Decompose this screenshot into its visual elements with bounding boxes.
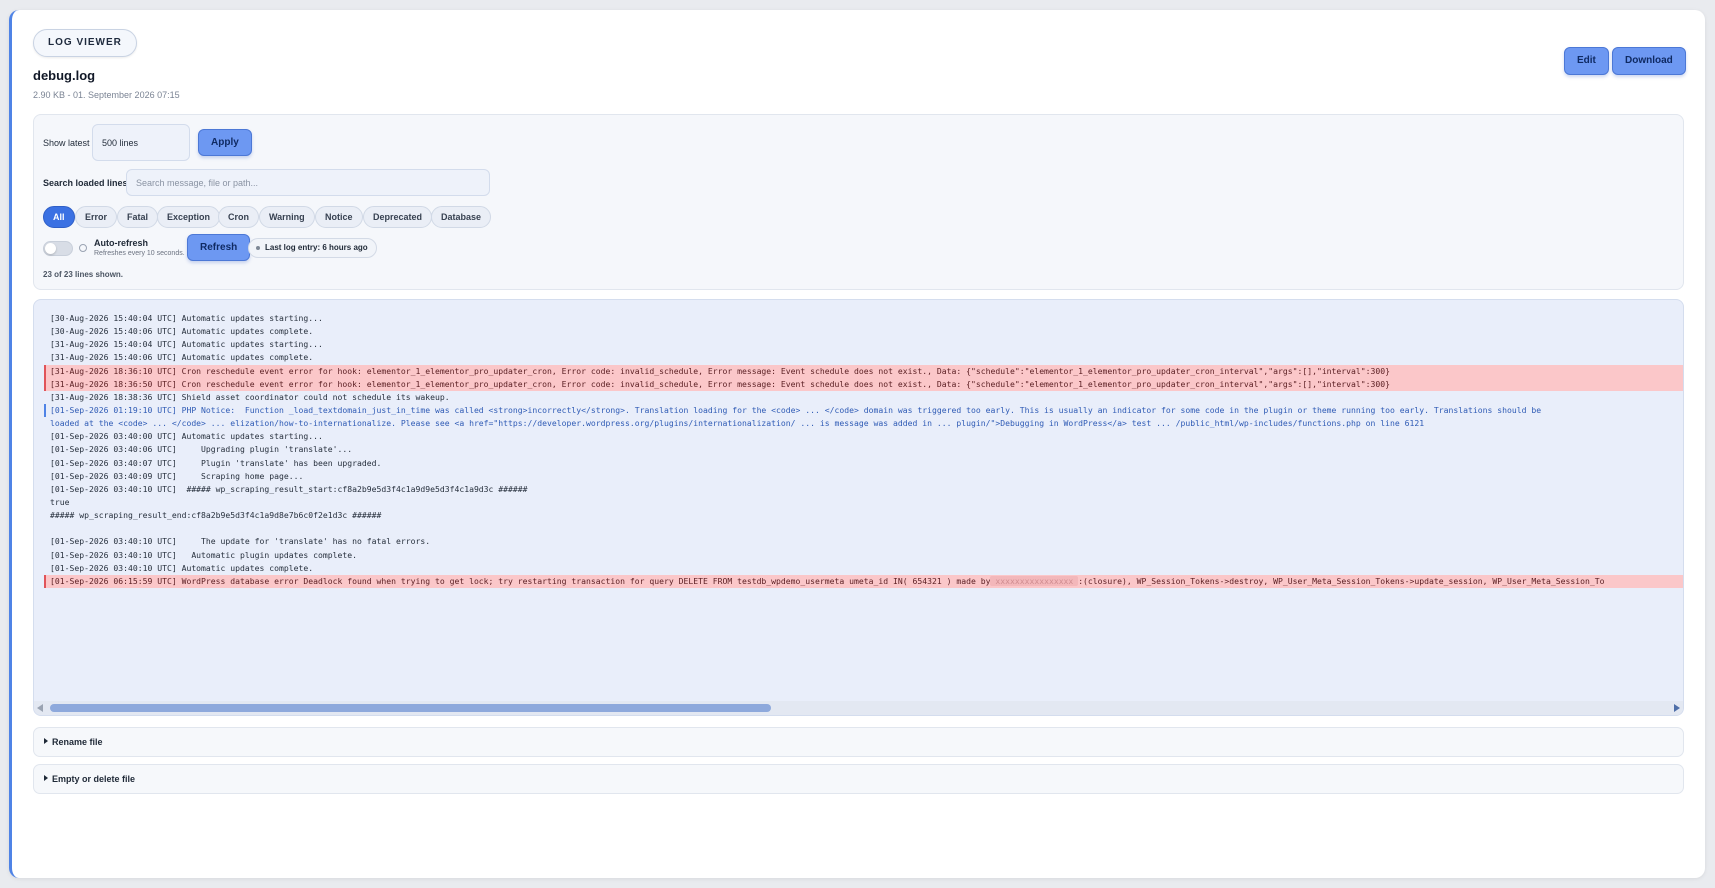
toggle-knob (45, 243, 56, 254)
log-line-text: [01-Sep-2026 03:40:07 UTC] Plugin 'trans… (50, 457, 382, 468)
search-label: Search loaded lines (43, 178, 128, 188)
last-entry-text: Last log entry: 6 hours ago (265, 243, 368, 252)
log-line: [01-Sep-2026 03:40:07 UTC] Plugin 'trans… (44, 457, 1683, 470)
log-line: [01-Sep-2026 03:40:09 UTC] Scraping home… (44, 470, 1683, 483)
controls-panel: Show latest 500 lines Apply Search loade… (33, 114, 1684, 290)
log-line: [31-Aug-2026 18:38:36 UTC] Shield asset … (44, 391, 1683, 404)
log-line: [01-Sep-2026 03:40:06 UTC] Upgrading plu… (44, 443, 1683, 456)
log-viewer-badge: LOG VIEWER (33, 29, 137, 57)
log-line-text: [31-Aug-2026 15:40:04 UTC] Automatic upd… (50, 339, 323, 350)
log-output[interactable]: [30-Aug-2026 15:40:04 UTC] Automatic upd… (33, 299, 1684, 716)
log-line-text: [01-Sep-2026 03:40:10 UTC] The update fo… (50, 536, 431, 547)
auto-refresh-hint: Refreshes every 10 seconds. (94, 250, 185, 257)
log-line: [01-Sep-2026 03:40:10 UTC] Automatic upd… (44, 562, 1683, 575)
filter-error[interactable]: Error (75, 206, 118, 228)
log-line: loaded at the <code> ... </code> ... eli… (44, 417, 1683, 430)
filter-cron[interactable]: Cron (218, 206, 259, 228)
log-line: [31-Aug-2026 18:36:50 UTC] Cron reschedu… (44, 377, 1683, 391)
log-line-text: [31-Aug-2026 15:40:06 UTC] Automatic upd… (50, 352, 314, 363)
auto-refresh-toggle[interactable] (43, 241, 73, 256)
log-line-text: [01-Sep-2026 03:40:10 UTC] ##### wp_scra… (50, 483, 528, 494)
caret-right-icon (44, 738, 48, 744)
filter-deprecated[interactable]: Deprecated (363, 206, 433, 228)
log-viewer-card: LOG VIEWER debug.log 2.90 KB - 01. Septe… (9, 10, 1705, 878)
log-line-text: [01-Sep-2026 03:40:10 UTC] Automatic plu… (50, 549, 357, 560)
rename-file-label: Rename file (52, 737, 103, 747)
scroll-right-icon[interactable] (1674, 704, 1680, 712)
log-line: [01-Sep-2026 01:19:10 UTC] PHP Notice: F… (44, 403, 1683, 418)
filter-warning[interactable]: Warning (259, 206, 315, 228)
delete-file-section[interactable]: Empty or delete file (33, 764, 1684, 794)
filter-exception[interactable]: Exception (157, 206, 221, 228)
log-line: [31-Aug-2026 18:36:10 UTC] Cron reschedu… (44, 364, 1683, 378)
log-line: true (44, 496, 1683, 509)
filter-all[interactable]: All (43, 206, 75, 228)
log-line: [01-Sep-2026 03:40:00 UTC] Automatic upd… (44, 430, 1683, 443)
refresh-button[interactable]: Refresh (187, 234, 251, 261)
lines-shown-count: 23 of 23 lines shown. (43, 270, 124, 279)
redacted-value: xxxxxxxxxxxxxxxx (990, 575, 1079, 586)
edit-button[interactable]: Edit (1564, 47, 1609, 75)
horizontal-scrollbar[interactable] (34, 701, 1683, 715)
show-latest-label: Show latest (43, 138, 90, 148)
log-line: [01-Sep-2026 03:40:10 UTC] Automatic plu… (44, 549, 1683, 562)
search-input[interactable]: Search message, file or path... (126, 169, 490, 196)
rename-file-section[interactable]: Rename file (33, 727, 1684, 757)
log-line: [30-Aug-2026 15:40:06 UTC] Automatic upd… (44, 325, 1683, 338)
file-name: debug.log (33, 68, 96, 83)
lines-select[interactable]: 500 lines (92, 124, 190, 161)
info-icon (79, 244, 87, 252)
filter-notice[interactable]: Notice (315, 206, 363, 228)
log-line-tail: :(closure), WP_Session_Tokens->destroy, … (1078, 575, 1605, 586)
delete-file-label: Empty or delete file (52, 774, 136, 784)
download-button[interactable]: Download (1612, 47, 1686, 75)
log-line-text: [01-Sep-2026 03:40:06 UTC] Upgrading plu… (50, 444, 353, 455)
filter-fatal[interactable]: Fatal (117, 206, 159, 228)
log-line: [31-Aug-2026 15:40:06 UTC] Automatic upd… (44, 351, 1683, 364)
log-line-text: [01-Sep-2026 03:40:00 UTC] Automatic upd… (50, 431, 323, 442)
scroll-left-icon[interactable] (37, 704, 43, 712)
status-dot (256, 246, 260, 250)
log-line-text: true (50, 496, 70, 507)
apply-button[interactable]: Apply (198, 129, 252, 156)
log-line-text: [01-Sep-2026 01:19:10 UTC] PHP Notice: F… (50, 404, 1542, 415)
log-line-text: [30-Aug-2026 15:40:04 UTC] Automatic upd… (50, 313, 323, 323)
log-line: ##### wp_scraping_result_end:cf8a2b9e5d3… (44, 509, 1683, 522)
log-line-text: ##### wp_scraping_result_end:cf8a2b9e5d3… (50, 510, 382, 521)
log-line-text: [31-Aug-2026 18:38:36 UTC] Shield asset … (50, 391, 450, 402)
log-line: [30-Aug-2026 15:40:04 UTC] Automatic upd… (44, 312, 1683, 325)
scrollbar-thumb[interactable] (50, 704, 771, 712)
caret-right-icon (44, 775, 48, 781)
log-line-text: [30-Aug-2026 15:40:06 UTC] Automatic upd… (50, 326, 314, 337)
log-lines: [30-Aug-2026 15:40:04 UTC] Automatic upd… (44, 312, 1683, 588)
last-entry-status: Last log entry: 6 hours ago (248, 238, 377, 258)
log-line-text: [01-Sep-2026 03:40:09 UTC] Scraping home… (50, 470, 304, 481)
log-line-text: [31-Aug-2026 18:36:50 UTC] Cron reschedu… (50, 378, 1391, 389)
log-line-text: [31-Aug-2026 18:36:10 UTC] Cron reschedu… (50, 365, 1391, 376)
log-line: [01-Sep-2026 03:40:10 UTC] The update fo… (44, 535, 1683, 548)
log-line: [01-Sep-2026 06:15:59 UTC] WordPress dat… (44, 574, 1683, 588)
auto-refresh-label: Auto-refresh (94, 238, 149, 248)
log-line: [01-Sep-2026 03:40:10 UTC] ##### wp_scra… (44, 483, 1683, 496)
log-line: [31-Aug-2026 15:40:04 UTC] Automatic upd… (44, 338, 1683, 351)
log-line-text: [01-Sep-2026 03:40:10 UTC] Automatic upd… (50, 562, 314, 573)
file-meta: 2.90 KB - 01. September 2026 07:15 (33, 90, 180, 100)
filter-database[interactable]: Database (431, 206, 492, 228)
log-line-text: loaded at the <code> ... </code> ... eli… (50, 418, 1425, 429)
log-line-text: [01-Sep-2026 06:15:59 UTC] WordPress dat… (50, 575, 991, 586)
